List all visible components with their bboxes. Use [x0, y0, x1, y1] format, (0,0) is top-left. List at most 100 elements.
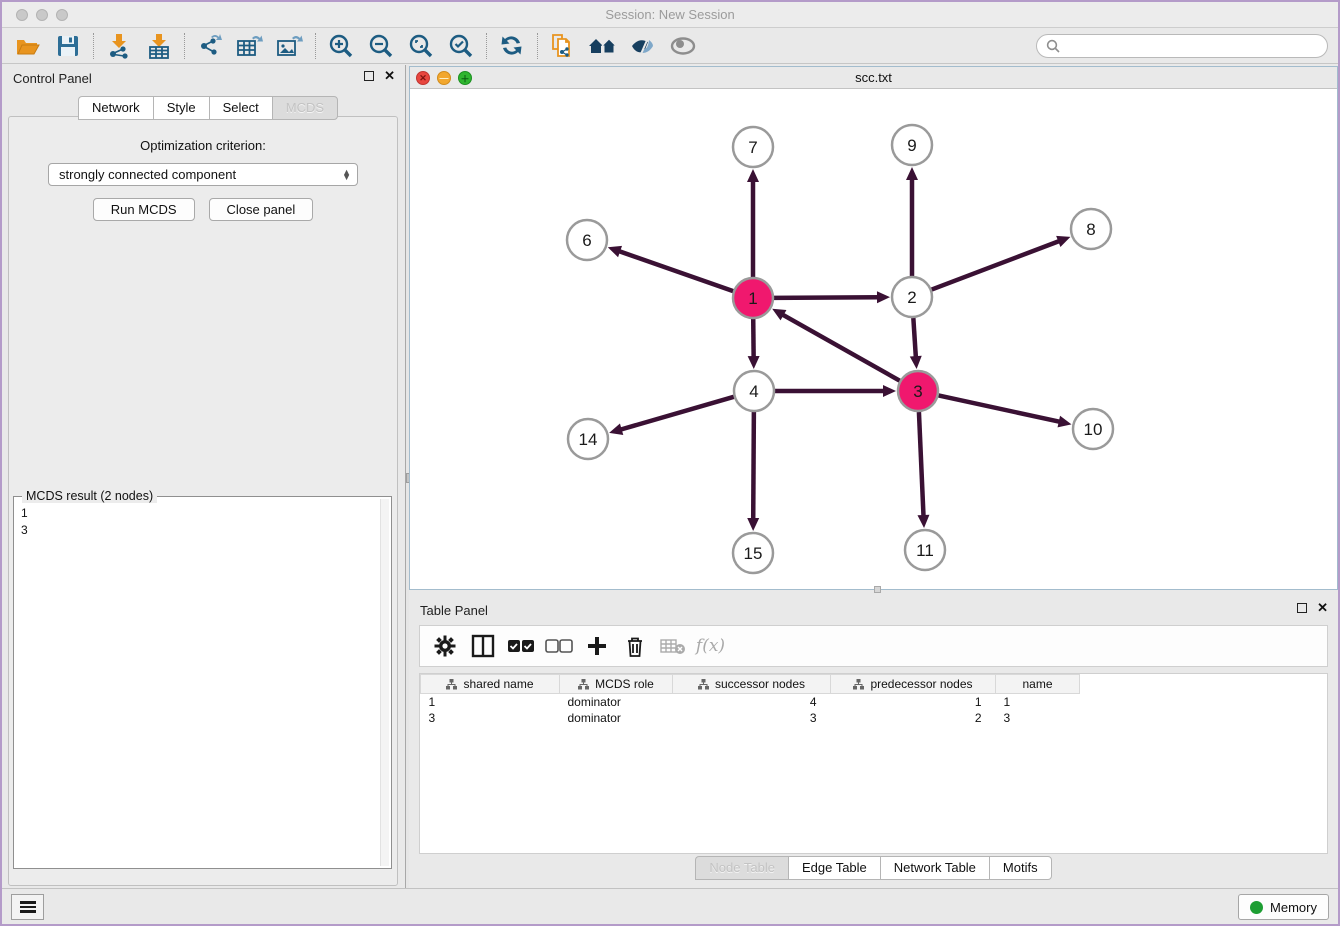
column-type-icon	[578, 679, 589, 690]
close-panel-icon[interactable]: ✕	[384, 71, 395, 81]
column-header-MCDS-role[interactable]: MCDS role	[560, 675, 673, 694]
tab-network[interactable]: Network	[78, 96, 153, 120]
open-folder-icon[interactable]	[8, 30, 48, 62]
graph-edge-arrowhead	[877, 291, 890, 303]
window-titlebar: Session: New Session	[2, 2, 1338, 28]
graph-node-label: 14	[579, 430, 598, 449]
minimize-window-icon[interactable]	[36, 9, 48, 21]
close-panel-button[interactable]: Close panel	[209, 198, 314, 221]
add-icon[interactable]	[582, 631, 611, 661]
close-table-panel-icon[interactable]: ✕	[1317, 603, 1328, 613]
tab-style[interactable]: Style	[153, 96, 209, 120]
column-header-successor-nodes[interactable]: successor nodes	[673, 675, 831, 694]
graph-edge-4-14[interactable]	[619, 397, 734, 430]
select-all-checkboxes-icon[interactable]	[506, 631, 535, 661]
list-icon	[20, 901, 36, 913]
export-table-icon[interactable]	[230, 30, 270, 62]
run-mcds-button[interactable]: Run MCDS	[93, 198, 195, 221]
graph-edge-arrowhead	[609, 424, 623, 436]
application-window: Session: New Session	[0, 0, 1340, 926]
zoom-out-icon[interactable]	[361, 30, 401, 62]
tab-network-table[interactable]: Network Table	[880, 856, 989, 880]
import-network-icon[interactable]	[99, 30, 139, 62]
criterion-value: strongly connected component	[59, 167, 342, 182]
graph-edge-arrowhead	[608, 246, 622, 257]
graph-edge-3-10[interactable]	[939, 395, 1062, 422]
network-frame-titlebar[interactable]: ✕ — ＋ scc.txt	[410, 67, 1337, 89]
search-box[interactable]	[1036, 34, 1328, 58]
search-input[interactable]	[1066, 39, 1318, 53]
network-graph[interactable]: 7968124314101511	[410, 89, 1337, 589]
tab-edge-table[interactable]: Edge Table	[788, 856, 880, 880]
task-history-button[interactable]	[11, 894, 44, 920]
control-panel: Control Panel ✕ NetworkStyleSelectMCDS O…	[2, 65, 405, 888]
graph-edge-1-6[interactable]	[617, 251, 733, 292]
frame-maximize-icon[interactable]: ＋	[458, 71, 472, 85]
gear-icon[interactable]	[430, 631, 459, 661]
graph-edge-2-3[interactable]	[913, 318, 916, 359]
graph-node-label: 11	[916, 541, 934, 560]
save-icon[interactable]	[48, 30, 88, 62]
network-canvas[interactable]: 7968124314101511	[410, 89, 1337, 589]
window-traffic-lights[interactable]	[16, 9, 68, 21]
graph-node-label: 4	[749, 382, 758, 401]
close-window-icon[interactable]	[16, 9, 28, 21]
refresh-icon[interactable]	[492, 30, 532, 62]
graph-edge-3-11[interactable]	[919, 412, 924, 518]
mcds-panel: Optimization criterion: strongly connect…	[8, 116, 398, 886]
criterion-select[interactable]: strongly connected component ▲▼	[48, 163, 358, 186]
graph-edge-2-8[interactable]	[932, 240, 1061, 289]
export-network-icon[interactable]	[190, 30, 230, 62]
table-panel: Table Panel ✕	[409, 597, 1338, 888]
result-scrollbar[interactable]	[380, 499, 389, 866]
control-panel-title: Control Panel	[13, 71, 92, 86]
column-header-name[interactable]: name	[996, 675, 1080, 694]
float-table-panel-icon[interactable]	[1297, 603, 1307, 613]
tab-mcds[interactable]: MCDS	[272, 96, 338, 120]
toolbar-separator	[93, 33, 94, 59]
eye-icon[interactable]	[663, 30, 703, 62]
column-header-predecessor-nodes[interactable]: predecessor nodes	[831, 675, 996, 694]
zoom-in-icon[interactable]	[321, 30, 361, 62]
eye-slash-icon[interactable]	[623, 30, 663, 62]
memory-button[interactable]: Memory	[1238, 894, 1329, 920]
copy-view-icon[interactable]	[543, 30, 583, 62]
toolbar-separator	[315, 33, 316, 59]
trash-icon[interactable]	[620, 631, 649, 661]
import-table-icon[interactable]	[139, 30, 179, 62]
table-toolbar: f(x)	[419, 625, 1328, 667]
float-panel-icon[interactable]	[364, 71, 374, 81]
table-row[interactable]: 1dominator411	[421, 694, 1096, 710]
graph-edge-arrowhead	[910, 356, 922, 369]
delete-table-icon	[658, 631, 687, 661]
export-image-icon[interactable]	[270, 30, 310, 62]
node-table[interactable]: shared nameMCDS rolesuccessor nodesprede…	[419, 673, 1328, 854]
tab-motifs[interactable]: Motifs	[989, 856, 1052, 880]
columns-icon[interactable]	[468, 631, 497, 661]
memory-label: Memory	[1270, 900, 1317, 915]
zoom-selected-icon[interactable]	[441, 30, 481, 62]
zoom-window-icon[interactable]	[56, 9, 68, 21]
search-magnifier-icon	[1046, 39, 1060, 53]
graph-node-label: 1	[748, 289, 757, 308]
graph-edge-1-2[interactable]	[774, 297, 880, 298]
frame-resize-grip[interactable]	[874, 586, 881, 593]
tab-select[interactable]: Select	[209, 96, 272, 120]
mcds-result-text[interactable]: 1 3	[21, 505, 375, 864]
frame-close-icon[interactable]: ✕	[416, 71, 430, 85]
graph-edge-arrowhead	[748, 356, 760, 369]
frame-minimize-icon[interactable]: —	[437, 71, 451, 85]
toolbar-separator	[486, 33, 487, 59]
graph-node-label: 6	[582, 231, 591, 250]
graph-edge-4-15[interactable]	[753, 412, 754, 521]
column-header-shared-name[interactable]: shared name	[421, 675, 560, 694]
zoom-fit-icon[interactable]	[401, 30, 441, 62]
houses-icon[interactable]	[583, 30, 623, 62]
graph-node-label: 7	[748, 138, 757, 157]
graph-edge-arrowhead	[1058, 416, 1072, 428]
tab-node-table[interactable]: Node Table	[695, 856, 788, 880]
graph-edge-3-1[interactable]	[781, 314, 900, 381]
table-row[interactable]: 3dominator323	[421, 710, 1096, 726]
network-frame-title: scc.txt	[410, 67, 1337, 88]
deselect-all-checkboxes-icon[interactable]	[544, 631, 573, 661]
